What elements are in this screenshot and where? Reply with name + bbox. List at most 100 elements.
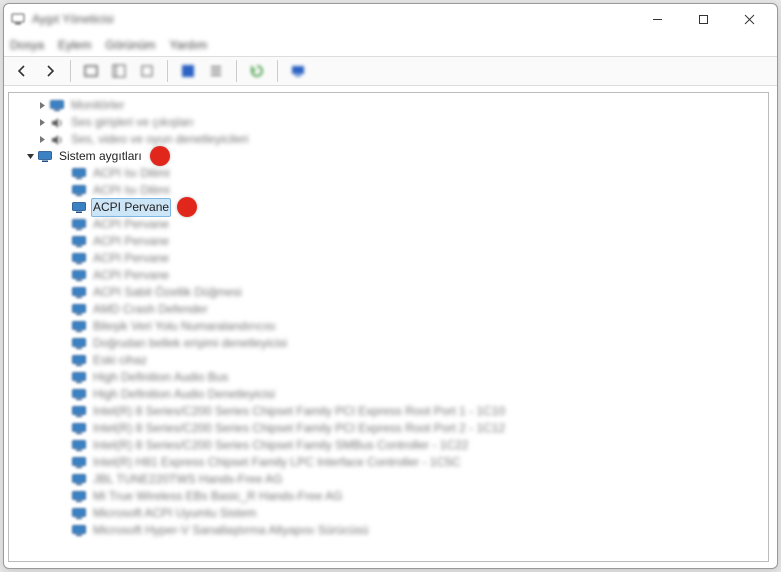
tree-item[interactable]: ACPI Pervane — [9, 250, 768, 267]
tree-item[interactable]: Intel(R) 8 Series/C200 Series Chipset Fa… — [9, 420, 768, 437]
close-button[interactable] — [727, 5, 771, 33]
tree-item[interactable]: High Definition Audio Bus — [9, 369, 768, 386]
window-buttons — [635, 5, 771, 33]
tree-item-selected[interactable]: ACPI Pervane — [9, 199, 768, 216]
tree-label: Sistem aygıtları — [57, 148, 144, 165]
toolbar-separator — [236, 60, 237, 82]
monitor-icon — [71, 489, 87, 505]
annotation-callout — [177, 197, 197, 217]
monitor-icon — [71, 200, 87, 216]
toolbar-btn-4[interactable] — [176, 59, 200, 83]
tree-category[interactable]: Monitörler — [9, 97, 768, 114]
tree-label: Eski cihaz — [91, 352, 149, 369]
tree-label: Ses, video ve oyun denetleyicileri — [69, 131, 250, 148]
monitor-icon — [71, 421, 87, 437]
monitor-icon — [71, 217, 87, 233]
monitor-icon — [71, 166, 87, 182]
tree-label: ACPI Pervane — [91, 233, 171, 250]
toolbar-btn-3[interactable] — [135, 59, 159, 83]
monitor-icon — [71, 370, 87, 386]
chevron-right-icon[interactable] — [35, 135, 49, 144]
tree-item[interactable]: ACPI Pervane — [9, 267, 768, 284]
toolbar — [4, 56, 777, 86]
toolbar-separator — [277, 60, 278, 82]
tree-item[interactable]: ACPI Isı Dilimi — [9, 165, 768, 182]
toolbar-btn-7[interactable] — [286, 59, 310, 83]
tree-item[interactable]: ACPI Sabit Özellik Düğmesi — [9, 284, 768, 301]
monitor-icon — [71, 387, 87, 403]
menubar: Dosya Eylem Görünüm Yardım — [4, 34, 777, 56]
tree-item[interactable]: Mi True Wireless EBs Basic_R Hands-Free … — [9, 488, 768, 505]
tree-item[interactable]: Eski cihaz — [9, 352, 768, 369]
tree-item[interactable]: Bileşik Veri Yolu Numaralandırıcısı — [9, 318, 768, 335]
content-area: MonitörlerSes girişleri ve çıkışlarıSes,… — [4, 86, 777, 568]
chevron-down-icon[interactable] — [23, 152, 37, 161]
tree-item[interactable]: Microsoft Hyper-V Sanallaştırma Altyapıs… — [9, 522, 768, 539]
tree-label: Monitörler — [69, 97, 126, 114]
tree-label: AMD Crash Defender — [91, 301, 210, 318]
tree-item[interactable]: ACPI Pervane — [9, 233, 768, 250]
tree-label: Intel(R) H81 Express Chipset Family LPC … — [91, 454, 462, 471]
monitor-icon — [71, 523, 87, 539]
chevron-right-icon[interactable] — [35, 101, 49, 110]
tree-category[interactable]: Ses girişleri ve çıkışları — [9, 114, 768, 131]
nav-forward-button[interactable] — [38, 59, 62, 83]
menu-action[interactable]: Eylem — [58, 38, 91, 52]
annotation-callout — [150, 146, 170, 166]
tree-item[interactable]: Intel(R) H81 Express Chipset Family LPC … — [9, 454, 768, 471]
monitor-icon — [71, 234, 87, 250]
tree-item[interactable]: High Definition Audio Denetleyicisi — [9, 386, 768, 403]
tree-label: ACPI Pervane — [91, 216, 171, 233]
nav-back-button[interactable] — [10, 59, 34, 83]
tree-item[interactable]: ACPI Isı Dilimi — [9, 182, 768, 199]
chevron-right-icon[interactable] — [35, 118, 49, 127]
window-title: Aygıt Yöneticisi — [32, 12, 114, 26]
monitor-icon — [71, 506, 87, 522]
tree-category-active[interactable]: Sistem aygıtları — [9, 148, 768, 165]
menu-view[interactable]: Görünüm — [105, 38, 155, 52]
maximize-button[interactable] — [681, 5, 725, 33]
monitor-icon — [71, 302, 87, 318]
monitor-icon — [37, 149, 53, 165]
menu-help[interactable]: Yardım — [169, 38, 207, 52]
toolbar-separator — [70, 60, 71, 82]
tree-label: ACPI Pervane — [91, 267, 171, 284]
tree-label: ACPI Pervane — [91, 250, 171, 267]
tree-item[interactable]: ACPI Pervane — [9, 216, 768, 233]
monitor-icon — [71, 183, 87, 199]
tree-label: Intel(R) 8 Series/C200 Series Chipset Fa… — [91, 437, 470, 454]
tree-item[interactable]: AMD Crash Defender — [9, 301, 768, 318]
monitor-icon — [71, 455, 87, 471]
tree-item[interactable]: Microsoft ACPI Uyumlu Sistem — [9, 505, 768, 522]
tree-label: Doğrudan bellek erişimi denetleyicisi — [91, 335, 289, 352]
toolbar-btn-5[interactable] — [204, 59, 228, 83]
monitor-icon — [71, 472, 87, 488]
monitor-icon — [71, 251, 87, 267]
monitor-icon — [49, 98, 65, 114]
toolbar-btn-1[interactable] — [79, 59, 103, 83]
audio-icon — [49, 132, 65, 148]
tree-label: ACPI Pervane — [91, 198, 171, 217]
tree-panel[interactable]: MonitörlerSes girişleri ve çıkışlarıSes,… — [8, 92, 769, 562]
tree-label: Mi True Wireless EBs Basic_R Hands-Free … — [91, 488, 344, 505]
tree-category[interactable]: Ses, video ve oyun denetleyicileri — [9, 131, 768, 148]
tree-item[interactable]: JBL TUNE220TWS Hands-Free AG — [9, 471, 768, 488]
toolbar-btn-2[interactable] — [107, 59, 131, 83]
monitor-icon — [71, 353, 87, 369]
tree-label: Microsoft ACPI Uyumlu Sistem — [91, 505, 258, 522]
menu-file[interactable]: Dosya — [10, 38, 44, 52]
titlebar: Aygıt Yöneticisi — [4, 4, 777, 34]
tree-item[interactable]: Intel(R) 8 Series/C200 Series Chipset Fa… — [9, 403, 768, 420]
audio-icon — [49, 115, 65, 131]
monitor-icon — [71, 319, 87, 335]
minimize-button[interactable] — [635, 5, 679, 33]
tree-item[interactable]: Doğrudan bellek erişimi denetleyicisi — [9, 335, 768, 352]
toolbar-separator — [167, 60, 168, 82]
monitor-icon — [71, 268, 87, 284]
device-tree: MonitörlerSes girişleri ve çıkışlarıSes,… — [9, 93, 768, 547]
tree-item[interactable]: Intel(R) 8 Series/C200 Series Chipset Fa… — [9, 437, 768, 454]
toolbar-btn-6[interactable] — [245, 59, 269, 83]
tree-label: Bileşik Veri Yolu Numaralandırıcısı — [91, 318, 278, 335]
monitor-icon — [71, 336, 87, 352]
tree-label: JBL TUNE220TWS Hands-Free AG — [91, 471, 284, 488]
